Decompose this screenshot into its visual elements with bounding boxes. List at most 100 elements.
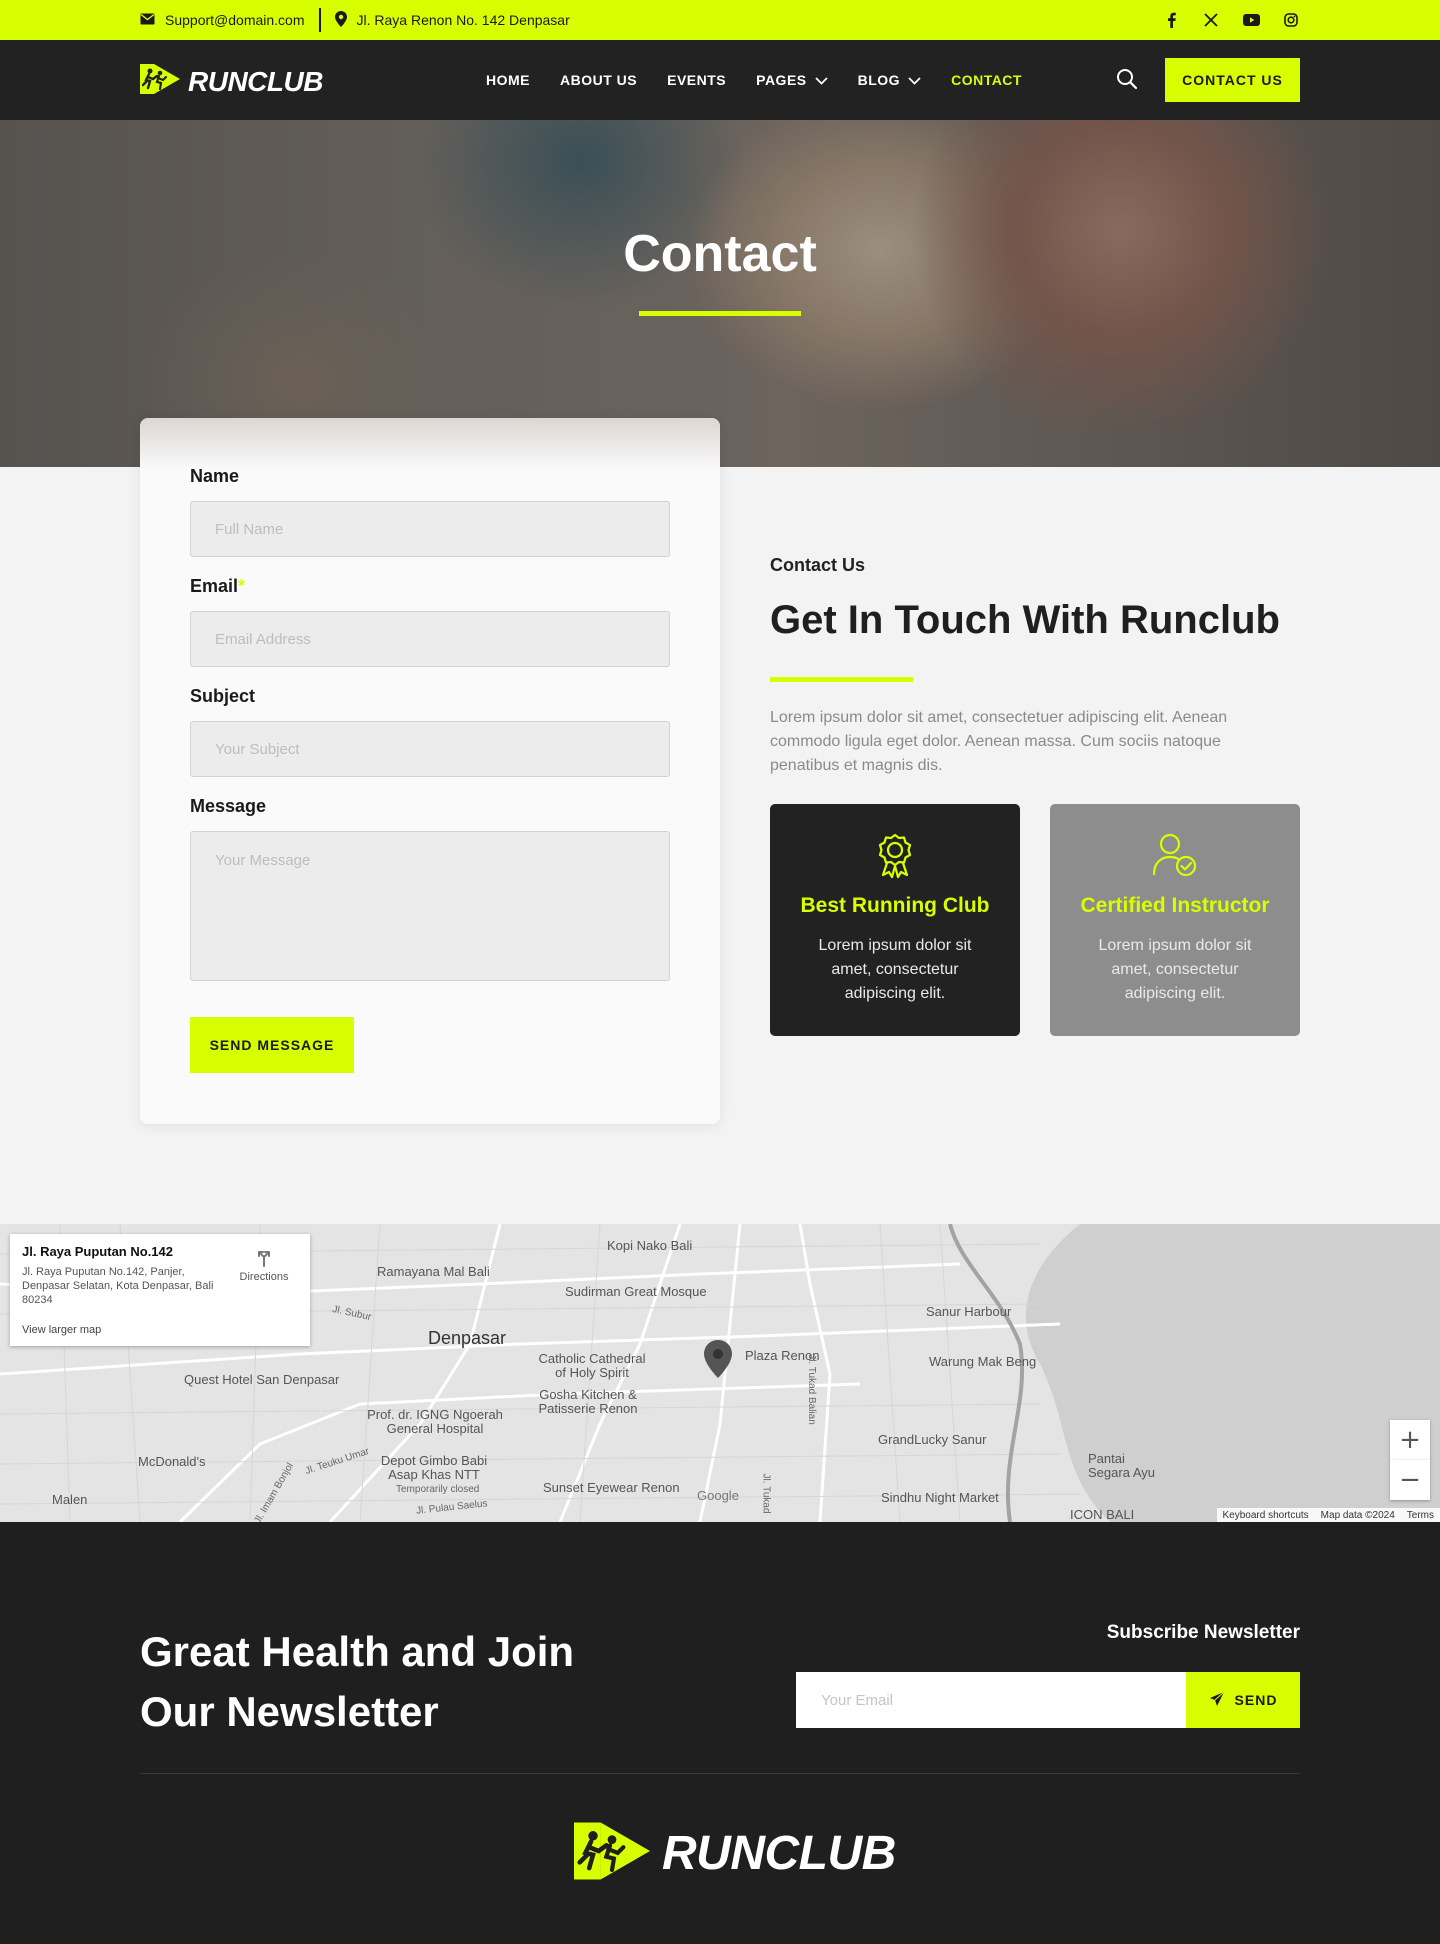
email-label: Email* xyxy=(190,576,245,597)
map-poi-label: Quest Hotel San Denpasar xyxy=(184,1372,340,1387)
facebook-icon[interactable] xyxy=(1162,11,1180,29)
nav-item-contact[interactable]: CONTACT xyxy=(951,72,1022,88)
map-poi-label: McDonald's xyxy=(138,1454,206,1469)
section-underline xyxy=(770,677,913,682)
view-larger-map-link[interactable]: View larger map xyxy=(22,1324,101,1336)
newsletter-label: Subscribe Newsletter xyxy=(1106,1622,1300,1643)
directions-icon xyxy=(254,1251,274,1271)
footer-divider xyxy=(140,1773,1300,1774)
feature-title: Certified Instructor xyxy=(1080,894,1270,917)
footer: Great Health and Join Our Newsletter Sub… xyxy=(0,1522,1440,1944)
youtube-icon[interactable] xyxy=(1242,11,1260,29)
message-label: Message xyxy=(190,796,267,816)
nav-item-label: ABOUT US xyxy=(560,72,638,88)
brand-logo[interactable]: RUNCLUB xyxy=(140,64,323,99)
x-icon[interactable] xyxy=(1202,11,1220,29)
map-poi-label: Warung Mak Beng xyxy=(929,1354,1037,1369)
page-title: Contact xyxy=(623,225,817,283)
email-label-text: Email xyxy=(190,576,239,596)
message-field[interactable] xyxy=(190,831,670,981)
newsletter-email-input[interactable] xyxy=(796,1672,1186,1728)
social-links xyxy=(1162,11,1300,29)
nav-item-label: PAGES xyxy=(756,72,807,88)
subject-field[interactable] xyxy=(190,721,670,777)
main-nav: HOME ABOUT US EVENTS PAGES BLOG CONTACT xyxy=(486,40,1022,120)
send-label: SEND xyxy=(1234,1692,1278,1708)
top-bar: Support@domain.com Jl. Raya Renon No. 14… xyxy=(0,0,1440,40)
feature-title: Best Running Club xyxy=(800,894,990,917)
nav-item-pages[interactable]: PAGES xyxy=(756,72,828,88)
search-icon[interactable] xyxy=(1116,68,1138,90)
map-poi-label: Depot Gimbo Babi Asap Khas NTT xyxy=(380,1453,488,1482)
title-underline xyxy=(639,311,801,316)
section-eyebrow: Contact Us xyxy=(770,555,866,575)
name-field[interactable] xyxy=(190,501,670,557)
map-poi-label: Ramayana Mal Bali xyxy=(377,1264,490,1279)
brand-name: RUNCLUB xyxy=(188,65,323,97)
map-info-card: Jl. Raya Puputan No.142 Jl. Raya Puputan… xyxy=(10,1234,310,1346)
section-description: Lorem ipsum dolor sit amet, consectetuer… xyxy=(770,709,1228,774)
map-poi-label: Catholic Cathedral of Holy Spirit xyxy=(538,1351,646,1380)
map-poi-label: GrandLucky Sanur xyxy=(878,1432,987,1447)
directions-button[interactable]: Directions xyxy=(234,1248,294,1283)
map-poi-note: Temporarily closed xyxy=(396,1484,480,1495)
send-icon xyxy=(1209,1691,1225,1710)
contact-form: Name Email* Subject Message SEND MESSAGE xyxy=(140,418,720,1124)
map-poi-label: Sunset Eyewear Renon xyxy=(543,1480,680,1495)
chevron-down-icon xyxy=(814,72,828,88)
top-email-text: Support@domain.com xyxy=(165,12,305,28)
top-email[interactable]: Support@domain.com xyxy=(140,12,305,28)
map-poi-label: Pantai Segara Ayu xyxy=(1088,1451,1155,1480)
feature-card-certified-instructor: Certified Instructor Lorem ipsum dolor s… xyxy=(1050,804,1300,1036)
form-card-shade xyxy=(140,418,720,468)
nav-item-label: EVENTS xyxy=(667,72,727,88)
award-icon xyxy=(870,830,920,880)
runners-logo-icon xyxy=(140,64,180,99)
name-label: Name xyxy=(190,466,240,486)
hero-banner: Contact xyxy=(0,120,1440,467)
email-field[interactable] xyxy=(190,611,670,667)
nav-item-label: CONTACT xyxy=(951,72,1022,88)
zoom-in-button[interactable]: + xyxy=(1390,1420,1430,1460)
map-poi-label: Sudirman Great Mosque xyxy=(565,1284,707,1299)
chevron-down-icon xyxy=(908,72,921,88)
footer-logo[interactable]: RUNCLUB xyxy=(574,1822,896,1885)
map-city-label: Denpasar xyxy=(428,1328,507,1348)
nav-item-blog[interactable]: BLOG xyxy=(858,72,921,88)
map-poi-label: Sindhu Night Market xyxy=(881,1490,999,1505)
map-area-label: Malen xyxy=(52,1492,88,1507)
feature-card-best-running-club: Best Running Club Lorem ipsum dolor sit … xyxy=(770,804,1020,1036)
map-poi-label: Prof. dr. IGNG Ngoerah General Hospital xyxy=(367,1407,503,1436)
contact-us-button[interactable]: CONTACT US xyxy=(1165,58,1300,102)
nav-item-events[interactable]: EVENTS xyxy=(667,72,726,88)
map-place-address: Jl. Raya Puputan No.142, Panjer, Denpasa… xyxy=(22,1266,214,1306)
top-divider xyxy=(318,8,321,32)
navbar: RUNCLUB HOME ABOUT US EVENTS PAGES BLOG … xyxy=(0,40,1440,120)
directions-label: Directions xyxy=(239,1271,289,1283)
keyboard-shortcuts-link[interactable]: Keyboard shortcuts xyxy=(1223,1510,1309,1521)
map-data-text: Map data ©2024 xyxy=(1320,1509,1395,1521)
google-logo: Google xyxy=(697,1488,739,1503)
map-street-label: Jl. Tukad xyxy=(760,1473,772,1514)
nav-item-home[interactable]: HOME xyxy=(486,72,530,88)
map-poi-label: ICON BALI xyxy=(1070,1507,1135,1522)
terms-link[interactable]: Terms xyxy=(1407,1510,1434,1521)
user-check-icon xyxy=(1150,830,1200,880)
send-message-button[interactable]: SEND MESSAGE xyxy=(190,1017,354,1073)
newsletter-send-button[interactable]: SEND xyxy=(1186,1672,1300,1728)
nav-item-about-us[interactable]: ABOUT US xyxy=(560,72,637,88)
section-title: Get In Touch With Runclub xyxy=(770,598,1280,642)
map-street-label: Jl. Tukad Balian xyxy=(805,1354,817,1425)
instagram-icon[interactable] xyxy=(1282,11,1300,29)
top-address: Jl. Raya Renon No. 142 Denpasar xyxy=(334,10,570,30)
mail-icon xyxy=(140,12,155,28)
map-poi-label: Sanur Harbour xyxy=(926,1304,1012,1319)
location-map[interactable]: Jl. Raya Puputan No.142 Jl. Raya Puputan… xyxy=(0,1224,1440,1522)
top-address-text: Jl. Raya Renon No. 142 Denpasar xyxy=(356,12,570,28)
subject-label: Subject xyxy=(190,686,256,706)
footer-brand-name: RUNCLUB xyxy=(662,1827,896,1880)
zoom-out-button[interactable]: − xyxy=(1390,1460,1430,1500)
hero-overlay xyxy=(0,120,1440,467)
nav-item-label: BLOG xyxy=(857,72,901,88)
map-attribution: Keyboard shortcuts Map data ©2024 Terms xyxy=(1216,1508,1440,1522)
